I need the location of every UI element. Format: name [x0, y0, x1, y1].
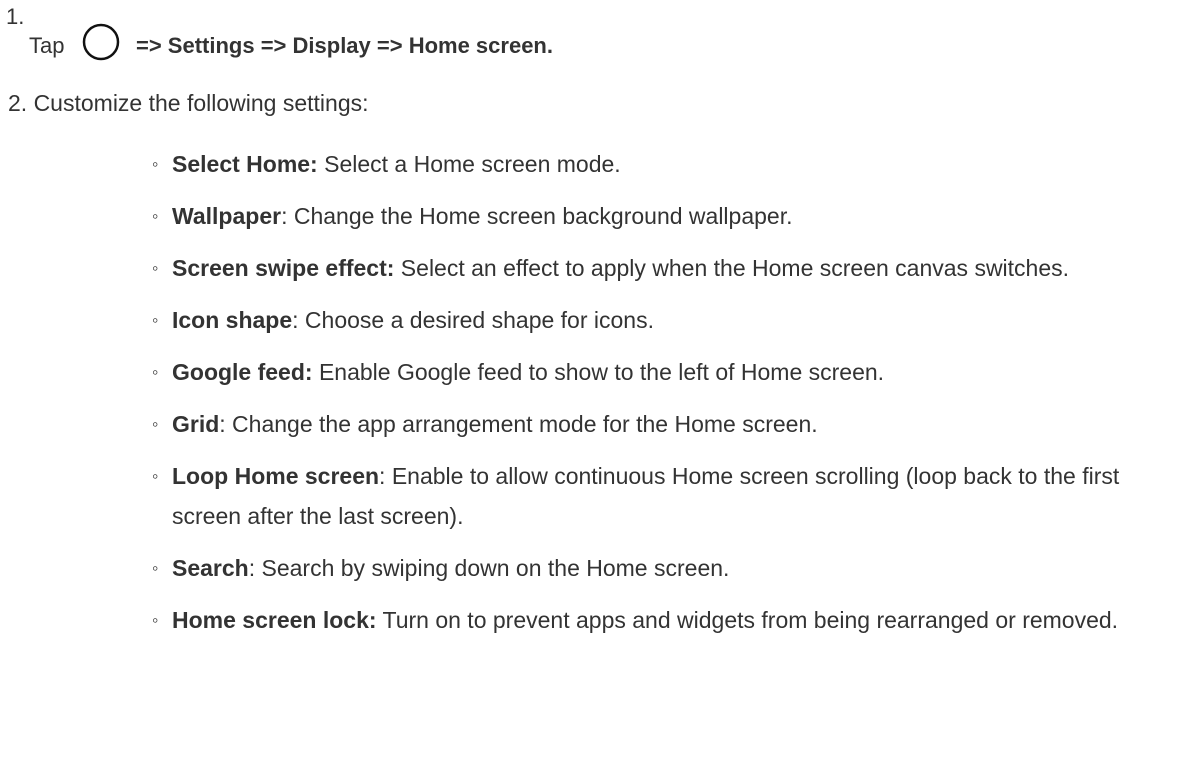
list-item: ◦ Wallpaper: Change the Home screen backg…	[152, 196, 1182, 236]
list-item: ◦ Google feed: Enable Google feed to show…	[152, 352, 1182, 392]
setting-term: Grid	[172, 411, 220, 437]
step-2: 2. Customize the following settings:	[8, 90, 369, 116]
bullet-icon: ◦	[152, 362, 159, 382]
setting-term: Google feed:	[172, 359, 313, 385]
step-1: 1. Tap => Settings => Display => Home sc…	[6, 4, 1186, 64]
setting-desc: Enable Google feed to show to the left o…	[312, 359, 885, 385]
step-1-number: 1.	[6, 4, 25, 29]
setting-desc: Turn on to prevent apps and widgets from…	[376, 607, 1119, 633]
bullet-icon: ◦	[152, 466, 159, 486]
setting-term: Loop Home screen	[172, 463, 380, 489]
home-circle-icon	[81, 22, 121, 62]
bullet-icon: ◦	[152, 610, 159, 630]
list-item: ◦ Screen swipe effect: Select an effect t…	[152, 248, 1182, 288]
setting-desc: : Search by swiping down on the Home scr…	[248, 555, 730, 581]
bullet-icon: ◦	[152, 154, 159, 174]
setting-term: Screen swipe effect:	[172, 255, 395, 281]
list-item: ◦ Home screen lock: Turn on to prevent ap…	[152, 600, 1182, 640]
setting-term: Icon shape	[172, 307, 293, 333]
list-item: ◦ Select Home: Select a Home screen mode.	[152, 144, 1182, 184]
list-item: ◦ Search: Search by swiping down on the H…	[152, 548, 1182, 588]
list-item: ◦ Icon shape: Choose a desired shape for …	[152, 300, 1182, 340]
list-item: ◦ Grid: Change the app arrangement mode f…	[152, 404, 1182, 444]
bullet-icon: ◦	[152, 206, 159, 226]
bullet-icon: ◦	[152, 414, 159, 434]
list-item: ◦ Loop Home screen: Enable to allow conti…	[152, 456, 1182, 536]
bullet-icon: ◦	[152, 310, 159, 330]
setting-term: Select Home:	[172, 151, 318, 177]
setting-term: Wallpaper	[172, 203, 282, 229]
bullet-icon: ◦	[152, 258, 159, 278]
setting-desc: : Choose a desired shape for icons.	[292, 307, 654, 333]
tap-label: Tap	[29, 33, 65, 58]
setting-desc: : Change the Home screen background wall…	[281, 203, 793, 229]
setting-term: Search	[172, 555, 249, 581]
setting-term: Home screen lock:	[172, 607, 377, 633]
setting-desc: Select a Home screen mode.	[317, 151, 621, 177]
settings-path: => Settings => Display => Home screen.	[136, 33, 553, 58]
setting-desc: Select an effect to apply when the Home …	[394, 255, 1070, 281]
settings-list: ◦ Select Home: Select a Home screen mode.…	[152, 144, 1182, 652]
setting-desc: : Change the app arrangement mode for th…	[219, 411, 818, 437]
bullet-icon: ◦	[152, 558, 159, 578]
